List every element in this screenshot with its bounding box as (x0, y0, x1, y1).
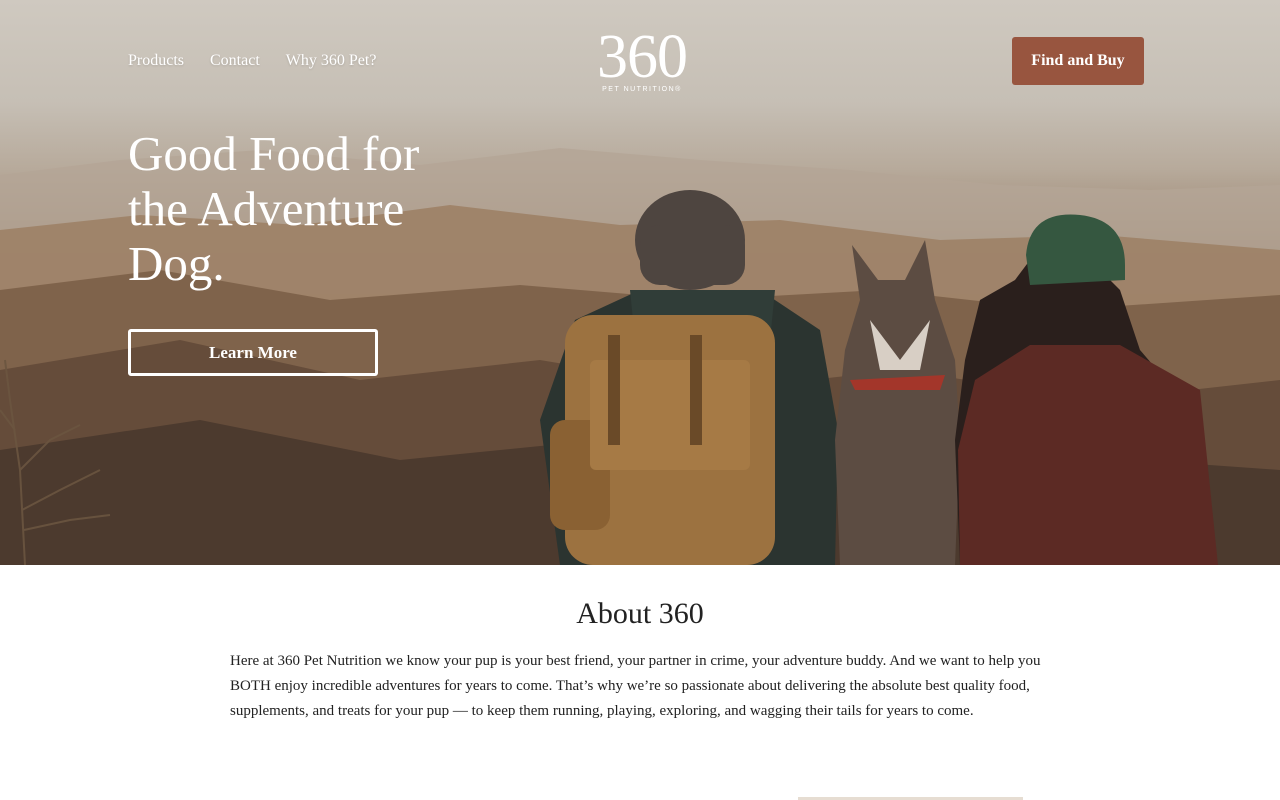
find-and-buy-button[interactable]: Find and Buy (1012, 37, 1144, 85)
learn-more-button[interactable]: Learn More (128, 329, 378, 376)
hero-section: Products Contact Why 360 Pet? 360 PET NU… (0, 0, 1280, 565)
brand-logo[interactable]: 360 PET NUTRITION® (582, 23, 702, 93)
hero-headline: Good Food for the Adventure Dog. (128, 126, 420, 291)
nav-link-why-360-pet[interactable]: Why 360 Pet? (286, 52, 377, 70)
about-body: Here at 360 Pet Nutrition we know your p… (230, 653, 1041, 719)
main-nav: Products Contact Why 360 Pet? (128, 52, 376, 70)
nav-link-products[interactable]: Products (128, 52, 184, 70)
nav-link-contact[interactable]: Contact (210, 52, 260, 70)
about-section: About 360 Here at 360 Pet Nutrition we k… (0, 565, 1280, 800)
about-title: About 360 (576, 597, 704, 630)
logo-number: 360 (597, 23, 688, 91)
